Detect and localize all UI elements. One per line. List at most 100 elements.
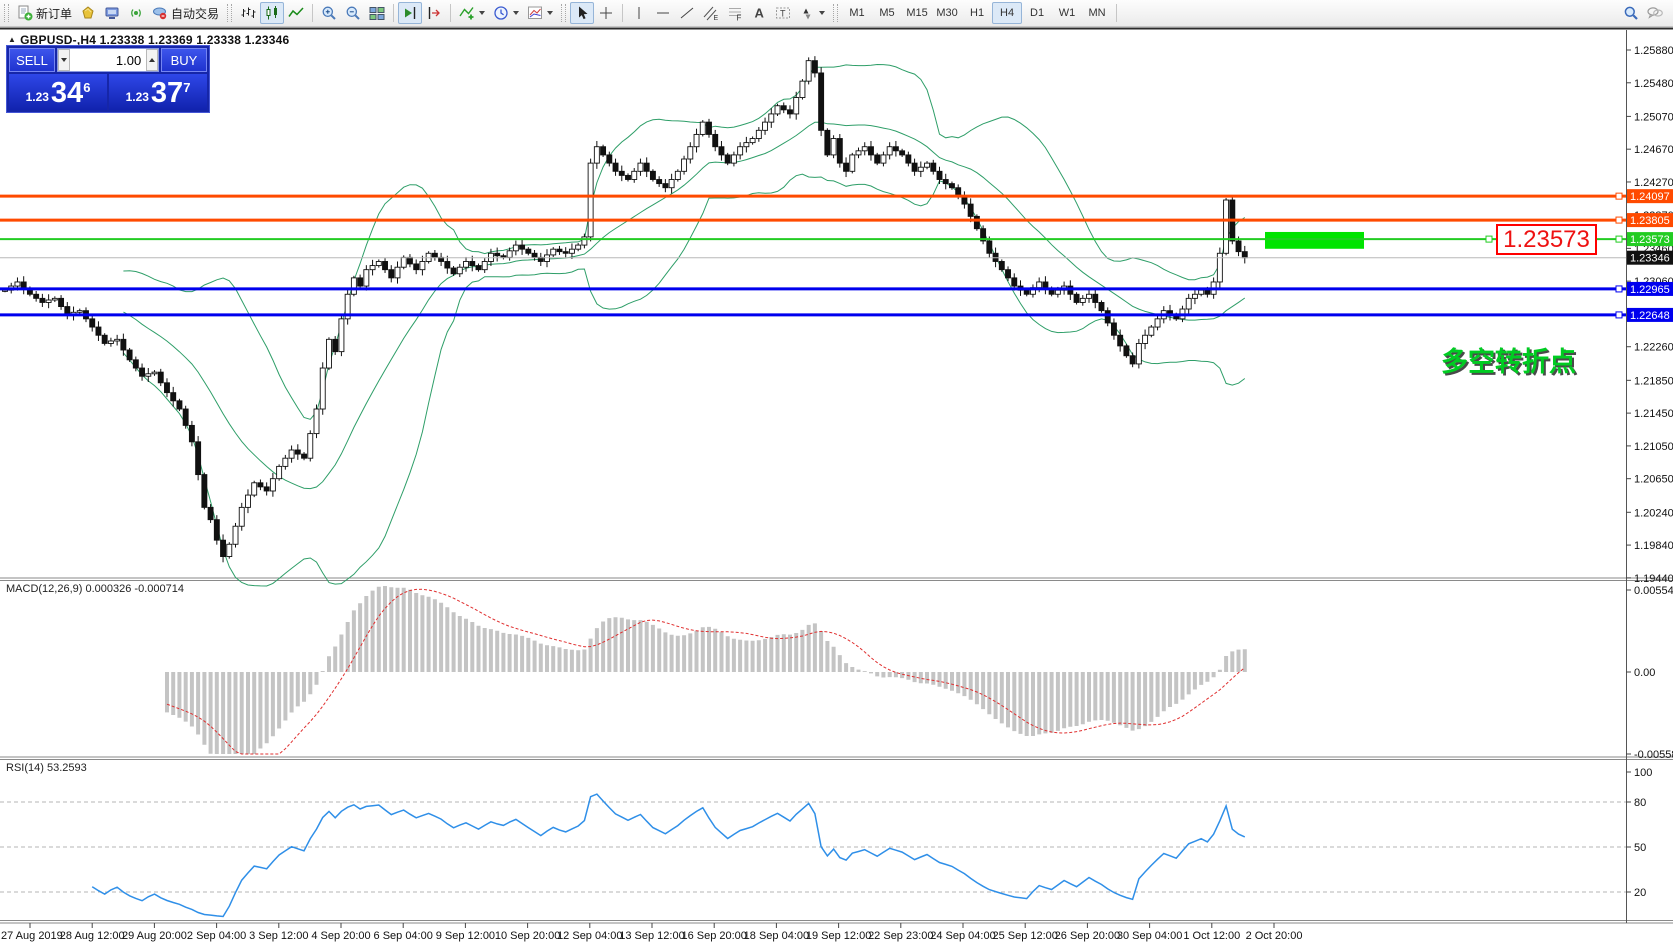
svg-text:25 Sep 12:00: 25 Sep 12:00 bbox=[992, 930, 1057, 942]
triangle-up-icon bbox=[149, 58, 156, 62]
toolbar-separator bbox=[450, 4, 452, 22]
svg-text:T: T bbox=[780, 9, 786, 19]
timeframe-d1-button[interactable]: D1 bbox=[1022, 2, 1052, 24]
svg-text:9 Sep 12:00: 9 Sep 12:00 bbox=[436, 930, 495, 942]
search-button[interactable] bbox=[1619, 2, 1643, 24]
cursor-button[interactable] bbox=[570, 2, 595, 24]
annotation-text-object[interactable]: 多空转折点 bbox=[1441, 340, 1576, 379]
sell-button[interactable]: SELL bbox=[9, 48, 55, 72]
arrows-icon bbox=[799, 5, 815, 21]
svg-text:1.20650: 1.20650 bbox=[1634, 474, 1673, 486]
svg-text:1.23805: 1.23805 bbox=[1630, 215, 1670, 227]
templates-icon bbox=[527, 5, 543, 21]
hline-handle[interactable] bbox=[1485, 235, 1493, 243]
search-icon bbox=[1623, 5, 1639, 21]
text-button[interactable]: A bbox=[747, 2, 771, 24]
vertical-line-button[interactable] bbox=[627, 2, 651, 24]
volume-decrease-button[interactable] bbox=[58, 49, 70, 71]
chevron-down-icon bbox=[819, 11, 826, 15]
bollinger-bands-layer bbox=[123, 63, 1246, 587]
auto-trading-button[interactable]: 自动交易 bbox=[148, 2, 223, 24]
timeframe-m30-label: M30 bbox=[936, 7, 958, 19]
svg-text:1.22965: 1.22965 bbox=[1630, 284, 1670, 296]
indicators-button[interactable] bbox=[455, 2, 489, 24]
timeframe-m5-button[interactable]: M5 bbox=[872, 2, 902, 24]
volume-input[interactable] bbox=[69, 49, 147, 71]
svg-text:1.24097: 1.24097 bbox=[1630, 191, 1670, 203]
timeframe-m15-button[interactable]: M15 bbox=[902, 2, 932, 24]
collapse-triangle-icon[interactable]: ▲ bbox=[8, 35, 16, 44]
hline-object-1.23573[interactable]: 1.23573 bbox=[0, 232, 1673, 247]
svg-text:1.24670: 1.24670 bbox=[1634, 144, 1673, 156]
zoom-out-button[interactable] bbox=[341, 2, 365, 24]
trendline-icon bbox=[679, 5, 695, 21]
hline-object-1.23805[interactable]: 1.23805 bbox=[0, 213, 1673, 228]
svg-text:80: 80 bbox=[1634, 797, 1646, 809]
new-order-button[interactable]: 新订单 bbox=[13, 2, 76, 24]
market-watch-button[interactable] bbox=[76, 2, 100, 24]
chart-bars-button[interactable] bbox=[236, 2, 260, 24]
volume-stepper bbox=[57, 48, 159, 72]
timeframe-m30-button[interactable]: M30 bbox=[932, 2, 962, 24]
volume-increase-button[interactable] bbox=[146, 49, 159, 71]
chart-candles-button[interactable] bbox=[260, 2, 285, 24]
hline-object-1.22965[interactable]: 1.22965 bbox=[0, 281, 1673, 296]
autoscroll-icon bbox=[402, 5, 418, 21]
auto-trading-icon bbox=[152, 5, 168, 21]
svg-text:A: A bbox=[755, 6, 765, 21]
chart-canvas[interactable]: 1.233461.258801.254801.250701.246701.242… bbox=[0, 0, 1673, 947]
buy-price-button[interactable]: 1.23 37 7 bbox=[109, 74, 207, 110]
navigator-button[interactable] bbox=[100, 2, 124, 24]
chart-window[interactable]: 1.23346 1.25880 1.25480 1.25070 1.24670 1.242… bbox=[0, 27, 1673, 947]
zoom-in-button[interactable] bbox=[317, 2, 341, 24]
periods-button[interactable] bbox=[489, 2, 523, 24]
chart-shift-button[interactable] bbox=[422, 2, 446, 24]
trendline-button[interactable] bbox=[675, 2, 699, 24]
svg-text:27 Aug 2019: 27 Aug 2019 bbox=[1, 930, 63, 942]
arrows-button[interactable] bbox=[795, 2, 829, 24]
timeframe-m1-button[interactable]: M1 bbox=[842, 2, 872, 24]
candles-icon bbox=[264, 5, 280, 21]
fibonacci-button[interactable]: F bbox=[723, 2, 747, 24]
svg-text:24 Sep 04:00: 24 Sep 04:00 bbox=[930, 930, 995, 942]
svg-text:10 Sep 20:00: 10 Sep 20:00 bbox=[495, 930, 560, 942]
svg-text:18 Sep 04:00: 18 Sep 04:00 bbox=[744, 930, 809, 942]
timeframe-h4-button[interactable]: H4 bbox=[992, 2, 1023, 24]
svg-text:F: F bbox=[737, 14, 742, 22]
timeframe-h4-label: H4 bbox=[1000, 7, 1015, 19]
bars-icon bbox=[240, 5, 256, 21]
one-click-top-row: SELL BUY bbox=[9, 48, 207, 72]
buy-price-prefix: 1.23 bbox=[125, 90, 149, 104]
hline-icon bbox=[655, 5, 671, 21]
tile-windows-button[interactable] bbox=[365, 2, 389, 24]
hline-object-1.24097[interactable]: 1.24097 bbox=[0, 189, 1673, 204]
hline-object-1.22648[interactable]: 1.22648 bbox=[0, 307, 1673, 322]
auto-scroll-button[interactable] bbox=[398, 2, 423, 24]
chat-button[interactable] bbox=[1643, 2, 1667, 24]
price-callout-label[interactable]: 1.23573 bbox=[1496, 224, 1597, 255]
sell-price-point: 6 bbox=[83, 80, 91, 95]
svg-text:1.25480: 1.25480 bbox=[1634, 78, 1673, 90]
timeframe-h1-button[interactable]: H1 bbox=[962, 2, 992, 24]
toolbar-grip bbox=[4, 4, 9, 22]
buy-price-pips: 37 bbox=[150, 77, 184, 109]
crosshair-button[interactable] bbox=[594, 2, 618, 24]
svg-text:3 Sep 12:00: 3 Sep 12:00 bbox=[249, 930, 308, 942]
highlight-rectangle-object[interactable] bbox=[1265, 231, 1364, 249]
sell-price-pips: 34 bbox=[50, 77, 84, 109]
horizontal-line-button[interactable] bbox=[651, 2, 675, 24]
chart-line-button[interactable] bbox=[284, 2, 308, 24]
equidistant-channel-button[interactable]: E bbox=[699, 2, 723, 24]
chevron-down-icon bbox=[513, 11, 520, 15]
buy-button[interactable]: BUY bbox=[161, 48, 207, 72]
signals-button[interactable] bbox=[124, 2, 148, 24]
timeframe-w1-button[interactable]: W1 bbox=[1052, 2, 1082, 24]
templates-button[interactable] bbox=[523, 2, 557, 24]
text-label-button[interactable]: T bbox=[771, 2, 795, 24]
svg-text:1.22260: 1.22260 bbox=[1634, 342, 1673, 354]
line-icon bbox=[288, 5, 304, 21]
timeframe-mn-button[interactable]: MN bbox=[1082, 2, 1112, 24]
toolbar-grip bbox=[833, 4, 839, 22]
svg-text:1.21850: 1.21850 bbox=[1634, 375, 1673, 387]
sell-price-button[interactable]: 1.23 34 6 bbox=[9, 74, 107, 110]
